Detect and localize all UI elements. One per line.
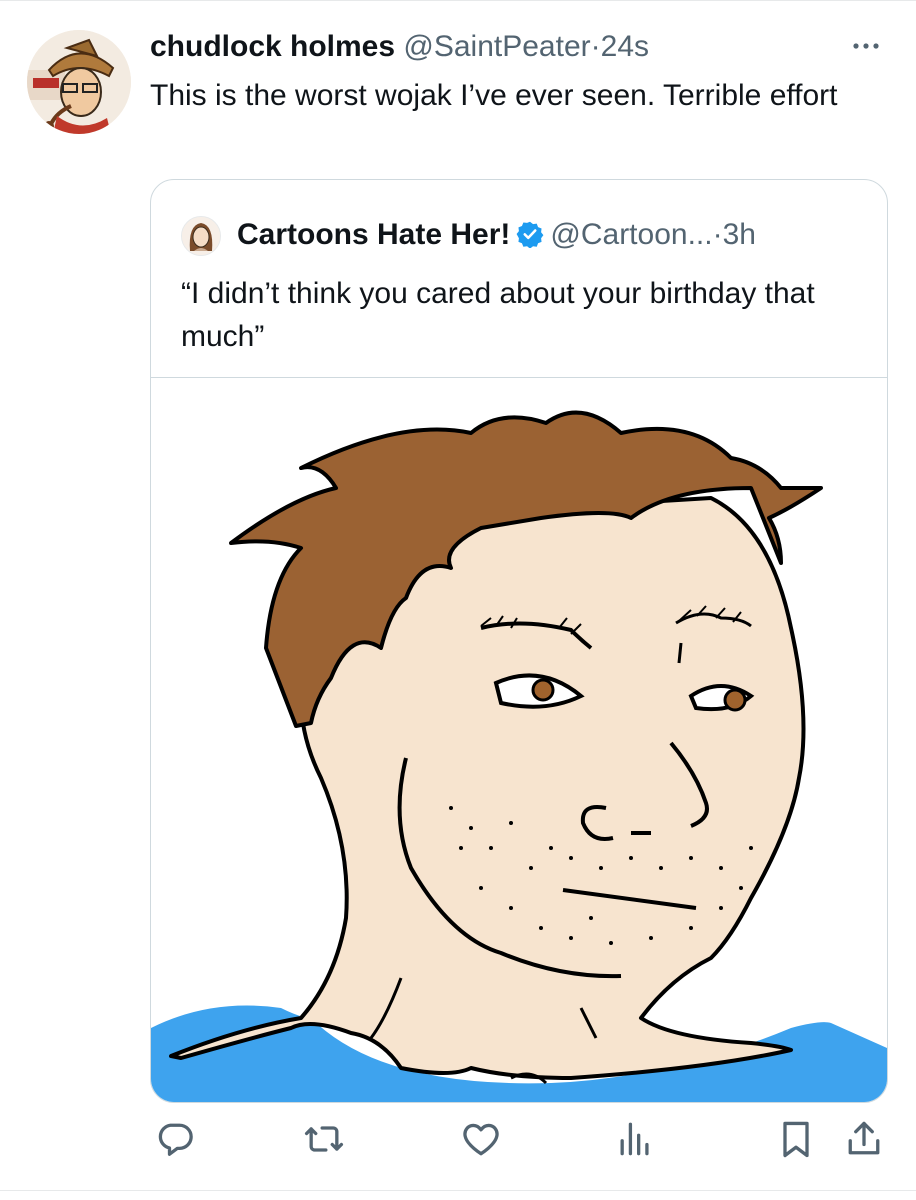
retweet-icon (304, 1126, 344, 1152)
verified-badge-icon (516, 220, 544, 249)
author-handle[interactable]: @SaintPeater (403, 30, 590, 63)
reply-button[interactable] (153, 1117, 197, 1161)
bookmark-icon (783, 1121, 809, 1158)
like-button[interactable] (459, 1117, 503, 1161)
quoted-author-handle[interactable]: @Cartoon... (550, 218, 712, 251)
views-icon (620, 1122, 649, 1156)
quoted-tweet-text: “I didn’t think you cared about your bir… (181, 277, 815, 353)
separator-dot: · (590, 30, 601, 63)
quoted-tweet-timestamp[interactable]: 3h (723, 218, 756, 251)
top-divider (0, 0, 916, 1)
reply-icon (158, 1123, 193, 1156)
share-button[interactable] (842, 1117, 886, 1161)
retweet-button[interactable] (302, 1117, 346, 1161)
views-button[interactable] (613, 1117, 657, 1161)
quoted-author-name[interactable]: Cartoons Hate Her! (237, 218, 510, 251)
bottom-divider (0, 1190, 916, 1191)
bookmark-button[interactable] (774, 1117, 818, 1161)
quoted-tweet-header: Cartoons Hate Her! @Cartoon...·3h (237, 216, 756, 254)
wojak-drawing-image[interactable] (151, 378, 887, 1102)
share-icon (848, 1121, 880, 1155)
like-icon (463, 1123, 499, 1156)
more-options-button[interactable] (846, 26, 886, 66)
author-name[interactable]: chudlock holmes (150, 30, 395, 63)
quoted-author-avatar (181, 216, 221, 256)
tweet-timestamp[interactable]: 24s (601, 30, 649, 63)
more-horizontal-icon (853, 43, 879, 49)
tweet-action-bar (0, 1117, 916, 1163)
quoted-separator-dot: · (712, 218, 723, 251)
quoted-tweet-card[interactable]: Cartoons Hate Her! @Cartoon...·3h “I didn… (150, 179, 888, 1103)
author-avatar[interactable] (27, 30, 131, 134)
tweet-text: This is the worst wojak I’ve ever seen. … (150, 79, 838, 112)
tweet-header: chudlock holmes @SaintPeater·24s (150, 28, 649, 66)
